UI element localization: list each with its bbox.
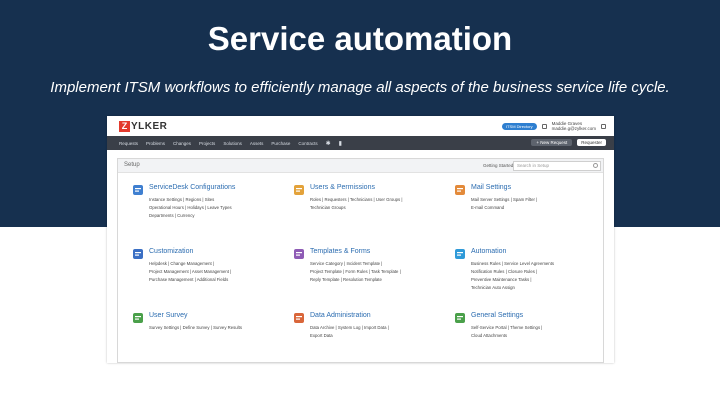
setup-card-links[interactable]: Instance Settings | Regions | Sites [149,197,214,202]
setup-card-links[interactable]: Departments | Currency [149,213,195,218]
setup-card-links[interactable]: Cloud Attachments [471,333,507,338]
templates-icon [293,247,305,259]
setup-card: Mail Settings Mail Server Settings | Spam… [454,183,614,233]
setup-card-title[interactable]: Automation [471,248,506,255]
setup-card-links[interactable]: Survey Settings | Define Survey | Survey… [149,325,242,330]
setup-card-links[interactable]: Technician Groups [310,205,346,210]
setup-card-links[interactable]: Preventive Maintenance Tasks | [471,277,532,282]
setup-gear-icon[interactable]: ✱ [326,140,331,147]
setup-card-links[interactable]: Self-Service Portal | Theme Settings | [471,325,542,330]
setup-card-title[interactable]: ServiceDesk Configurations [149,184,235,191]
setup-card-links[interactable]: Data Archive | System Log | Import Data … [310,325,389,330]
setup-card-links[interactable]: Mail Server Settings | Spam Filter | [471,197,537,202]
new-request-button[interactable]: + New Request [531,139,573,146]
settings-small-icon[interactable] [601,123,606,129]
slide-title: Service automation [207,20,513,57]
nav-projects[interactable]: Projects [199,141,215,146]
setup-card-links[interactable]: Purchase Management | Additional Fields [149,277,228,282]
users-icon [293,183,305,195]
search-icon[interactable] [593,163,598,168]
app-topbar: Z YLKER ITSM Directory Maddie Graves mad… [107,116,614,136]
logo-mark: Z [119,120,130,132]
topbar-right: ITSM Directory Maddie Graves maddie.g@zy… [501,118,606,134]
setup-card-title[interactable]: Templates & Forms [310,248,370,255]
setup-card-links[interactable]: Operational Hours | Holidays | Leave Typ… [149,205,232,210]
setup-card-links[interactable]: Notification Rules | Closure Rules | [471,269,537,274]
getting-started-link[interactable]: Getting Started [483,163,513,168]
app-logo[interactable]: Z YLKER [119,120,167,132]
setup-search-input[interactable]: Search in Setup [513,161,601,171]
settings-icon [454,311,466,323]
reports-chart-icon[interactable]: ▮ [339,140,342,147]
setup-card-title[interactable]: Data Administration [310,312,371,319]
setup-card-links[interactable]: Helpdesk | Change Management | [149,261,214,266]
pencil-ruler-icon [132,247,144,259]
setup-card-title[interactable]: Users & Permissions [310,184,375,191]
mail-icon [454,183,466,195]
nav-actions: + New Request Requester [531,139,606,146]
setup-card: Data Administration Data Archive | System… [293,311,453,361]
logo-text: YLKER [131,120,168,132]
setup-card-title[interactable]: Mail Settings [471,184,511,191]
setup-card: Customization Helpdesk | Change Managemen… [132,247,292,297]
setup-card-title[interactable]: General Settings [471,312,523,319]
setup-card: Automation Business Rules | Service Level… [454,247,614,297]
setup-card-title[interactable]: Customization [149,248,193,255]
main-navbar: Requests Problems Changes Projects Solut… [107,136,614,150]
setup-header: Setup Getting Started Search in Setup [118,159,603,173]
setup-label: Setup [124,162,140,168]
gears-icon [454,247,466,259]
database-icon [293,311,305,323]
setup-panel: Setup Getting Started Search in Setup Se… [117,158,604,363]
setup-card: Users & Permissions Roles | Requesters | … [293,183,453,233]
nav-changes[interactable]: Changes [173,141,191,146]
setup-card: ServiceDesk Configurations Instance Setti… [132,183,292,233]
setup-card-links[interactable]: Reply Template | Resolution Template [310,277,382,282]
setup-card-links[interactable]: Service Category | Incident Template | [310,261,382,266]
survey-icon [132,311,144,323]
nav-purchase[interactable]: Purchase [271,141,290,146]
notification-icon[interactable] [541,123,547,129]
setup-card-links[interactable]: E-mail Command [471,205,504,210]
setup-card-links[interactable]: Project Management | Asset Management | [149,269,231,274]
app-screenshot: Z YLKER ITSM Directory Maddie Graves mad… [107,116,614,363]
setup-card-links[interactable]: Export Data [310,333,333,338]
setup-card: User Survey Survey Settings | Define Surv… [132,311,292,361]
requester-view-button[interactable]: Requester [577,139,606,146]
user-email: maddie.g@zylker.com [551,126,596,131]
setup-card-links[interactable]: Roles | Requesters | Technicians | User … [310,197,403,202]
directory-pill[interactable]: ITSM Directory [501,122,537,130]
nav-requests[interactable]: Requests [119,141,138,146]
setup-card: General Settings Self-Service Portal | Th… [454,311,614,361]
setup-card-links[interactable]: Technician Auto Assign [471,285,515,290]
setup-card-links[interactable]: Business Rules | Service Level Agreement… [471,261,554,266]
nav-contracts[interactable]: Contracts [298,141,317,146]
nav-solutions[interactable]: Solutions [223,141,242,146]
setup-card: Templates & Forms Service Category | Inci… [293,247,453,297]
wrench-gear-icon [132,183,144,195]
setup-card-links[interactable]: Project Template | Form Rules | Task Tem… [310,269,401,274]
setup-card-title[interactable]: User Survey [149,312,188,319]
user-info[interactable]: Maddie Graves maddie.g@zylker.com [552,121,596,131]
slide-subtitle: Implement ITSM workflows to efficiently … [50,79,670,96]
nav-problems[interactable]: Problems [146,141,165,146]
nav-assets[interactable]: Assets [250,141,264,146]
